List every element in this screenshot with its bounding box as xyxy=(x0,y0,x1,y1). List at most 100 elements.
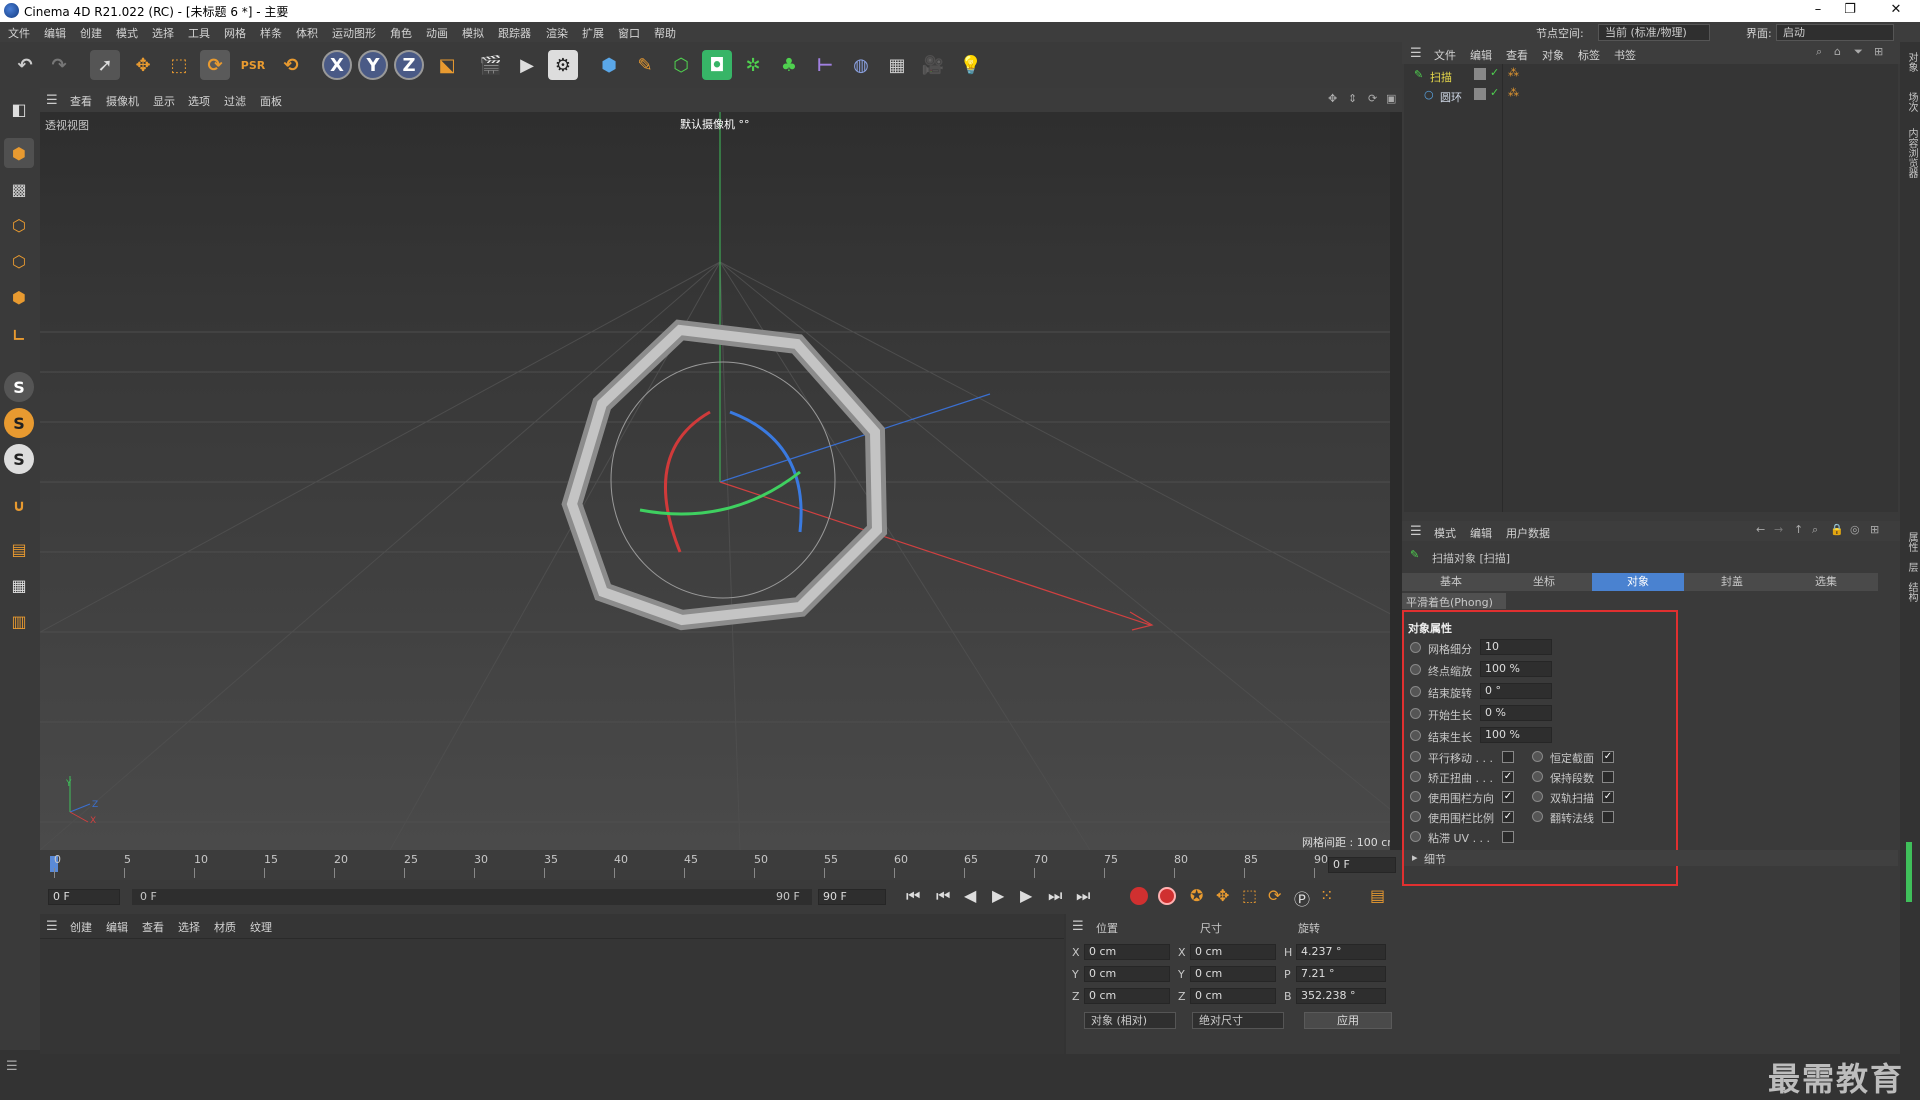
details-expand-icon[interactable]: ▸ xyxy=(1412,851,1418,864)
object-menu-bookmarks[interactable]: 书签 xyxy=(1614,47,1636,63)
last-key-icon[interactable]: ⏭ xyxy=(1076,886,1090,906)
maximize-button[interactable]: ❐ xyxy=(1840,2,1860,20)
key-parameter-icon[interactable]: Ⓟ xyxy=(1294,886,1310,910)
menu-character[interactable]: 角色 xyxy=(390,25,412,41)
object-hamburger-icon[interactable]: ☰ xyxy=(1410,46,1422,61)
timeline-ruler[interactable]: 0 5 10 15 20 25 30 35 40 45 50 55 60 65 70 75 80 85 90 0 F xyxy=(40,850,1402,880)
apply-button[interactable]: 应用 xyxy=(1304,1012,1392,1029)
side-tab-layers[interactable]: 层 xyxy=(1904,562,1919,572)
close-button[interactable]: ✕ xyxy=(1886,2,1906,20)
end-frame-field[interactable]: 90 F xyxy=(818,889,886,905)
y-axis-lock-icon[interactable]: Y xyxy=(358,50,388,80)
banking-checkbox[interactable]: ✓ xyxy=(1502,771,1514,783)
keep-segments-checkbox[interactable] xyxy=(1602,771,1614,783)
object-menu-edit[interactable]: 编辑 xyxy=(1470,47,1492,63)
move-tool-icon[interactable]: ✥ xyxy=(128,50,158,80)
make-editable-icon[interactable]: ◧ xyxy=(4,94,34,124)
coord-mode-select[interactable]: 对象 (相对) xyxy=(1084,1012,1176,1029)
tab-coordinates[interactable]: 坐标 xyxy=(1498,573,1590,591)
menu-mograph[interactable]: 运动图形 xyxy=(332,25,376,41)
menu-volume[interactable]: 体积 xyxy=(296,25,318,41)
object-list[interactable]: ✎ 扫描 ✓ ⁂ ○ 圆环 ✓ ⁂ xyxy=(1404,64,1898,512)
viewport-menu-filter[interactable]: 过滤 xyxy=(224,93,246,109)
attribute-up-icon[interactable]: ↑ xyxy=(1794,523,1803,536)
attribute-menu-edit[interactable]: 编辑 xyxy=(1470,525,1492,541)
stick-uvs-checkbox[interactable] xyxy=(1502,831,1514,843)
side-tab-takes[interactable]: 场次 xyxy=(1904,92,1919,112)
rotation-p-field[interactable]: 7.21 ° xyxy=(1296,966,1386,982)
auto-key-icon[interactable] xyxy=(1158,887,1176,905)
cloner-icon[interactable]: ✲ xyxy=(738,50,768,80)
texture-mode-icon[interactable]: ▩ xyxy=(4,174,34,204)
material-menu-texture[interactable]: 纹理 xyxy=(250,919,272,935)
next-frame-icon[interactable]: ▶ xyxy=(1020,886,1032,905)
material-menu-material[interactable]: 材质 xyxy=(214,919,236,935)
object-menu-object[interactable]: 对象 xyxy=(1542,47,1564,63)
workplane-icon[interactable]: ▤ xyxy=(4,534,34,564)
snap-settings-icon[interactable]: S xyxy=(4,408,34,438)
end-growth-input[interactable]: 100 % xyxy=(1480,727,1552,743)
attribute-search-icon[interactable]: ⌕ xyxy=(1812,523,1818,537)
size-y-field[interactable]: 0 cm xyxy=(1190,966,1276,982)
record-key-icon[interactable] xyxy=(1130,887,1148,905)
flip-normals-checkbox[interactable] xyxy=(1602,811,1614,823)
viewport-menu-options[interactable]: 选项 xyxy=(188,93,210,109)
radio-stick-uvs[interactable] xyxy=(1410,831,1421,842)
light-icon[interactable]: 💡 xyxy=(956,50,986,80)
viewport-menu-camera[interactable]: 摄像机 xyxy=(106,93,139,109)
keyframe-selection-icon[interactable]: ✪ xyxy=(1190,886,1203,905)
radio-end-scale[interactable] xyxy=(1410,664,1421,675)
radio-flip-normals[interactable] xyxy=(1532,811,1543,822)
tab-object[interactable]: 对象 xyxy=(1592,573,1684,591)
menu-extensions[interactable]: 扩展 xyxy=(582,25,604,41)
menu-create[interactable]: 创建 xyxy=(80,25,102,41)
menu-render[interactable]: 渲染 xyxy=(546,25,568,41)
coordinate-system-icon[interactable]: ⟲ xyxy=(276,50,306,80)
menu-simulate[interactable]: 模拟 xyxy=(462,25,484,41)
circle-visibility-icon[interactable]: ✓ xyxy=(1490,86,1499,99)
object-new-window-icon[interactable]: ⊞ xyxy=(1874,45,1883,58)
tab-basic[interactable]: 基本 xyxy=(1406,573,1496,591)
viewport-menu-display[interactable]: 显示 xyxy=(153,93,175,109)
locked-workplane-icon[interactable]: ▦ xyxy=(4,570,34,600)
render-picture-viewer-icon[interactable]: ▶ xyxy=(512,50,542,80)
viewport-hamburger-icon[interactable]: ☰ xyxy=(46,93,58,108)
end-scale-input[interactable]: 100 % xyxy=(1480,661,1552,677)
material-menu-edit[interactable]: 编辑 xyxy=(106,919,128,935)
object-menu-view[interactable]: 查看 xyxy=(1506,47,1528,63)
position-x-field[interactable]: 0 cm xyxy=(1084,944,1170,960)
key-scale-icon[interactable]: ⬚ xyxy=(1242,886,1257,905)
radio-2-rail[interactable] xyxy=(1532,791,1543,802)
viewport-menu-view[interactable]: 查看 xyxy=(70,93,92,109)
attribute-forward-icon[interactable]: → xyxy=(1774,523,1783,536)
object-row-sweep[interactable]: ✎ 扫描 ✓ ⁂ xyxy=(1404,66,1898,84)
recent-tools-icon[interactable]: PSR xyxy=(238,50,268,80)
material-menu-view[interactable]: 查看 xyxy=(142,919,164,935)
undo-icon[interactable]: ↶ xyxy=(10,50,40,80)
viewport-zoom-icon[interactable]: ⇕ xyxy=(1348,92,1357,105)
prev-key-icon[interactable]: ⏮ xyxy=(936,886,950,906)
object-home-icon[interactable]: ⌂ xyxy=(1834,45,1841,58)
range-slider[interactable]: 0 F 90 F xyxy=(132,889,812,905)
scale-tool-icon[interactable]: ⬚ xyxy=(164,50,194,80)
viewport-scrollbar[interactable] xyxy=(1390,112,1402,850)
radio-constant-cross-section[interactable] xyxy=(1532,751,1543,762)
rotation-b-field[interactable]: 352.238 ° xyxy=(1296,988,1386,1004)
rail-scale-checkbox[interactable]: ✓ xyxy=(1502,811,1514,823)
side-tab-objects[interactable]: 对象 xyxy=(1904,52,1919,72)
attribute-hamburger-icon[interactable]: ☰ xyxy=(1410,524,1422,539)
menu-mesh[interactable]: 网格 xyxy=(224,25,246,41)
attribute-lock-icon[interactable]: 🔒 xyxy=(1830,523,1844,536)
circle-tag-icon[interactable]: ⁂ xyxy=(1508,86,1519,99)
object-name-sweep[interactable]: 扫描 xyxy=(1430,69,1452,85)
object-name-circle[interactable]: 圆环 xyxy=(1440,89,1462,105)
radio-rail-direction[interactable] xyxy=(1410,791,1421,802)
perspective-viewport[interactable]: 透视视图 默认摄像机 °° 网格间距 : 100 cm Y Z X xyxy=(40,112,1390,850)
radio-start-growth[interactable] xyxy=(1410,708,1421,719)
attribute-menu-mode[interactable]: 模式 xyxy=(1434,525,1456,541)
prev-frame-icon[interactable]: ◀ xyxy=(964,886,976,905)
attribute-menu-userdata[interactable]: 用户数据 xyxy=(1506,525,1550,541)
position-z-field[interactable]: 0 cm xyxy=(1084,988,1170,1004)
select-tool-icon[interactable]: ➚ xyxy=(90,50,120,80)
radio-end-growth[interactable] xyxy=(1410,730,1421,741)
